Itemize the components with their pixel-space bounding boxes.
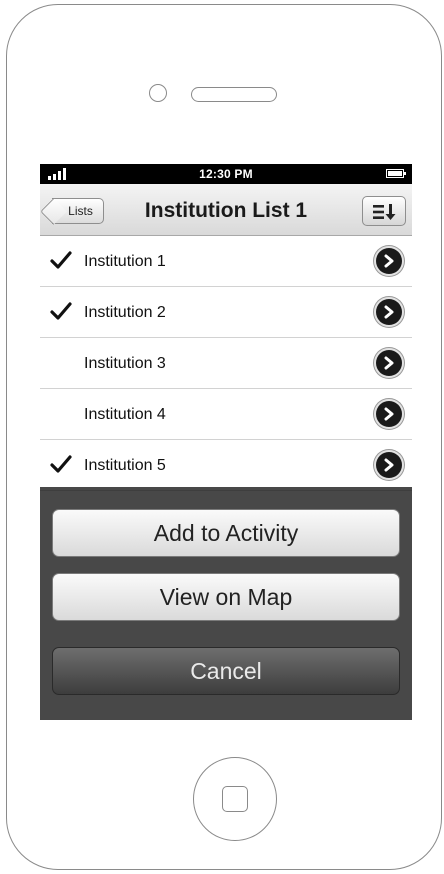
app-screen: 12:30 PM Lists Institution List 1 Instit… [40, 164, 412, 720]
list-item[interactable]: Institution 2 [40, 287, 412, 338]
list-item[interactable]: Institution 3 [40, 338, 412, 389]
list-item-label: Institution 5 [84, 457, 166, 474]
cancel-button[interactable]: Cancel [52, 647, 400, 695]
status-bar: 12:30 PM [40, 164, 412, 184]
speaker-icon [191, 87, 277, 102]
back-button[interactable]: Lists [40, 198, 104, 225]
list-item[interactable]: Institution 1 [40, 236, 412, 287]
checkmark-icon [50, 251, 72, 269]
page-title: Institution List 1 [144, 199, 308, 222]
list-item-label: Institution 3 [84, 355, 166, 372]
sort-list-icon [373, 204, 396, 220]
list-item-label: Institution 2 [84, 304, 166, 321]
sort-button[interactable] [362, 196, 406, 226]
action-sheet: Add to Activity View on Map Cancel [40, 487, 412, 720]
chevron-right-circle-icon[interactable] [376, 452, 402, 478]
chevron-right-circle-icon[interactable] [376, 350, 402, 376]
back-arrow-icon [40, 198, 67, 225]
battery-icon [386, 169, 406, 178]
list-item[interactable]: Institution 5 [40, 440, 412, 491]
add-to-activity-button[interactable]: Add to Activity [52, 509, 400, 557]
chevron-right-circle-icon[interactable] [376, 401, 402, 427]
checkmark-icon [50, 302, 72, 320]
back-button-label: Lists [68, 204, 93, 218]
home-square-icon [222, 786, 248, 812]
checkmark-icon [50, 455, 72, 473]
camera-icon [149, 84, 167, 102]
home-button[interactable] [193, 757, 277, 841]
institution-list: Institution 1 Institution 2 Institution … [40, 236, 412, 491]
list-item-label: Institution 1 [84, 253, 166, 270]
view-on-map-button[interactable]: View on Map [52, 573, 400, 621]
list-item[interactable]: Institution 4 [40, 389, 412, 440]
status-time: 12:30 PM [199, 167, 253, 181]
navigation-bar: Lists Institution List 1 [40, 184, 412, 236]
chevron-right-circle-icon[interactable] [376, 299, 402, 325]
list-item-label: Institution 4 [84, 406, 166, 423]
chevron-right-circle-icon[interactable] [376, 248, 402, 274]
